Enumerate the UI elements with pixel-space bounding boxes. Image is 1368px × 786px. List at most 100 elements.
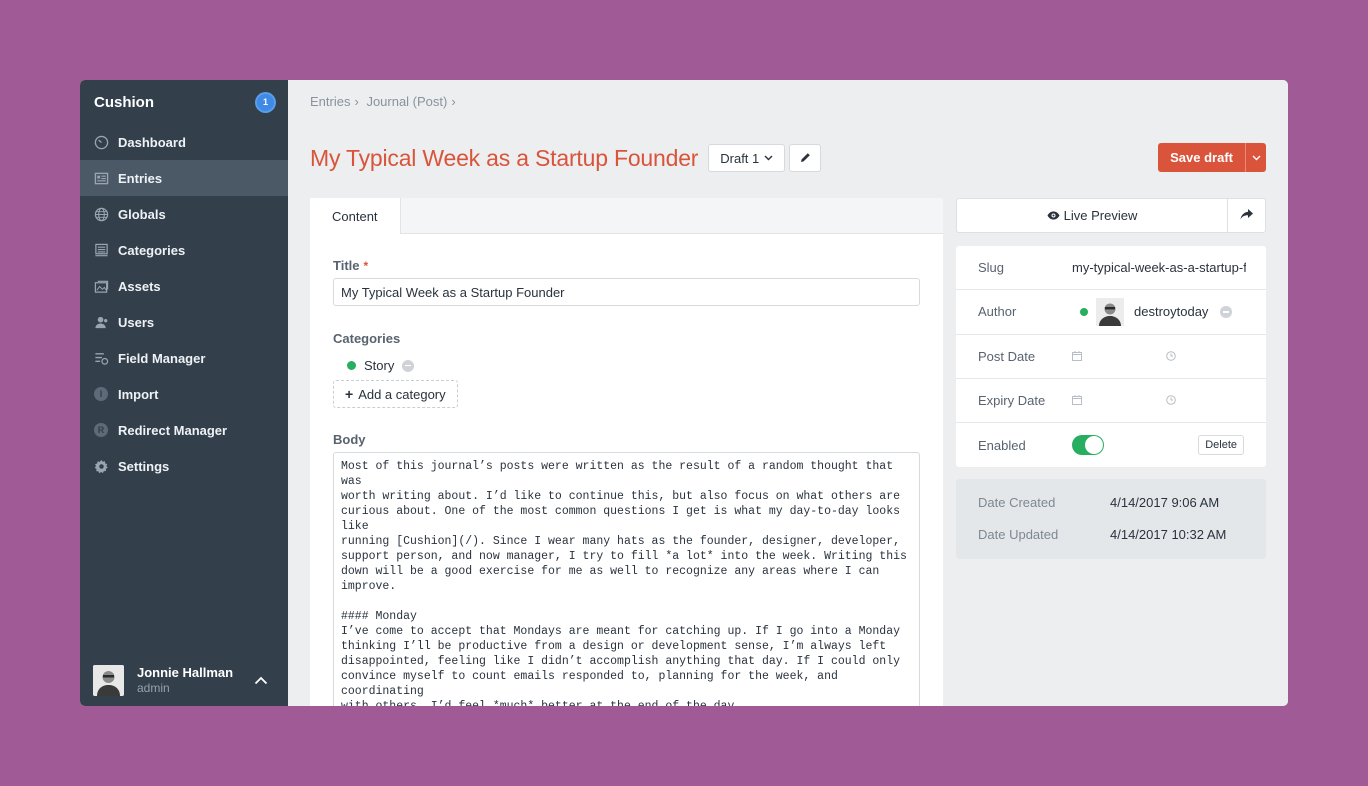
- enabled-label: Enabled: [978, 437, 1026, 453]
- draft-label: Draft 1: [720, 150, 760, 166]
- breadcrumb-item-journal[interactable]: Journal (Post): [366, 94, 447, 109]
- sidebar-item-categories[interactable]: Categories: [80, 232, 288, 268]
- remove-author-icon[interactable]: [1220, 305, 1233, 318]
- sidebar: Cushion 1 Dashboard Entries Globals Cate…: [80, 80, 288, 706]
- dashboard-icon: [94, 135, 109, 150]
- share-icon: [1240, 208, 1253, 223]
- author-row: Author destroytoday: [956, 290, 1266, 335]
- category-item[interactable]: Story: [347, 358, 415, 373]
- calendar-icon[interactable]: [1072, 393, 1082, 408]
- clock-icon[interactable]: [1166, 349, 1176, 364]
- author-name: destroytoday: [1134, 304, 1209, 320]
- import-icon: I: [94, 387, 108, 401]
- page-title: My Typical Week as a Startup Founder: [310, 144, 699, 171]
- sidebar-item-dashboard[interactable]: Dashboard: [80, 124, 288, 160]
- sidebar-item-label: Dashboard: [118, 134, 186, 150]
- sidebar-item-globals[interactable]: Globals: [80, 196, 288, 232]
- entries-icon: [94, 171, 109, 186]
- globe-icon: [94, 207, 109, 222]
- toggle-switch[interactable]: [1072, 435, 1104, 456]
- redirect-manager-icon: R: [94, 423, 108, 437]
- slug-input[interactable]: my-typical-week-as-a-startup-founder: [1072, 260, 1246, 275]
- sidebar-item-label: Import: [118, 386, 159, 402]
- user-role: admin: [137, 681, 170, 695]
- date-created-label: Date Created: [978, 495, 1056, 510]
- avatar: [93, 664, 124, 696]
- save-button-group: Save draft: [1158, 143, 1266, 172]
- add-category-label: Add a category: [358, 386, 446, 402]
- author-avatar: [1096, 297, 1124, 326]
- assets-icon: [94, 279, 109, 294]
- current-user[interactable]: Jonnie Hallman admin: [80, 654, 288, 706]
- pencil-icon: [800, 151, 811, 166]
- chevron-up-icon[interactable]: [254, 673, 268, 688]
- share-button[interactable]: [1228, 199, 1265, 232]
- sidebar-item-users[interactable]: Users: [80, 304, 288, 340]
- user-name: Jonnie Hallman: [137, 665, 234, 680]
- preview-bar: Live Preview: [956, 198, 1266, 233]
- field-manager-icon: [94, 351, 109, 366]
- tab-content[interactable]: Content: [310, 198, 401, 234]
- sidebar-item-import[interactable]: I Import: [80, 376, 288, 412]
- author-label: Author: [978, 304, 1017, 320]
- tab-bar: Content: [310, 198, 943, 234]
- body-textarea[interactable]: Most of this journal’s posts were writte…: [333, 452, 920, 706]
- app-window: Cushion 1 Dashboard Entries Globals Cate…: [80, 80, 1288, 706]
- required-indicator: *: [363, 259, 369, 273]
- categories-icon: [94, 243, 109, 258]
- remove-category-icon[interactable]: [402, 359, 415, 372]
- sidebar-item-redirect-manager[interactable]: R Redirect Manager: [80, 412, 288, 448]
- plus-icon: +: [345, 386, 354, 402]
- sidebar-item-label: Field Manager: [118, 350, 206, 366]
- breadcrumb-item-entries[interactable]: Entries: [310, 94, 350, 109]
- content-pane: Content Title * My Typical Week as a Star…: [310, 198, 943, 706]
- save-options-button[interactable]: [1245, 143, 1266, 172]
- live-preview-label: Live Preview: [1063, 208, 1138, 223]
- date-updated-label: Date Updated: [978, 527, 1059, 542]
- status-dot-icon: [1080, 307, 1088, 316]
- brand-name[interactable]: Cushion: [94, 94, 154, 111]
- delete-button[interactable]: Delete: [1198, 435, 1244, 456]
- sidebar-item-label: Globals: [118, 206, 166, 222]
- sidebar-item-label: Entries: [118, 170, 163, 186]
- sidebar-item-field-manager[interactable]: Field Manager: [80, 340, 288, 376]
- enabled-row: Enabled Delete: [956, 423, 1266, 467]
- title-label: Title: [333, 258, 360, 273]
- live-preview-button[interactable]: Live Preview: [957, 199, 1228, 232]
- slug-row: Slug my-typical-week-as-a-startup-founde…: [956, 246, 1266, 291]
- user-info: Jonnie Hallman admin: [137, 665, 233, 695]
- page-header: My Typical Week as a Startup Founder Dra…: [310, 144, 822, 172]
- sidebar-item-entries[interactable]: Entries: [80, 160, 288, 196]
- date-updated-value: 4/14/2017 10:32 AM: [1110, 527, 1227, 542]
- calendar-icon[interactable]: [1072, 349, 1082, 364]
- title-input[interactable]: My Typical Week as a Startup Founder: [333, 278, 920, 306]
- sidebar-item-label: Redirect Manager: [118, 422, 228, 438]
- breadcrumb-separator: ›: [354, 94, 359, 109]
- clock-icon[interactable]: [1166, 393, 1176, 408]
- notification-badge[interactable]: 1: [257, 93, 274, 111]
- expiry-date-row: Expiry Date: [956, 379, 1266, 424]
- sidebar-item-assets[interactable]: Assets: [80, 268, 288, 304]
- draft-select-button[interactable]: Draft 1: [708, 144, 786, 172]
- enabled-toggle[interactable]: [1072, 435, 1104, 456]
- category-label: Story: [364, 358, 395, 373]
- entry-dates-pane: Date Created 4/14/2017 9:06 AM Date Upda…: [956, 479, 1266, 559]
- save-draft-button[interactable]: Save draft: [1158, 143, 1245, 172]
- date-updated-row: Date Updated 4/14/2017 10:32 AM: [956, 519, 1266, 551]
- title-field-label: Title *: [333, 258, 368, 273]
- users-icon: [94, 315, 109, 330]
- author-field[interactable]: destroytoday: [1080, 297, 1233, 326]
- eye-icon: [1047, 208, 1064, 223]
- post-date-row: Post Date: [956, 335, 1266, 379]
- chevron-down-icon: [1252, 153, 1261, 163]
- edit-draft-button[interactable]: [789, 144, 822, 172]
- date-created-row: Date Created 4/14/2017 9:06 AM: [956, 487, 1266, 519]
- date-created-value: 4/14/2017 9:06 AM: [1110, 495, 1220, 510]
- sidebar-item-settings[interactable]: Settings: [80, 448, 288, 484]
- sidebar-item-label: Settings: [118, 458, 170, 474]
- gear-icon: [94, 459, 109, 474]
- add-category-button[interactable]: + Add a category: [333, 380, 458, 408]
- categories-label: Categories: [333, 331, 401, 346]
- brand-header: Cushion 1: [80, 80, 288, 124]
- post-date-label: Post Date: [978, 348, 1036, 364]
